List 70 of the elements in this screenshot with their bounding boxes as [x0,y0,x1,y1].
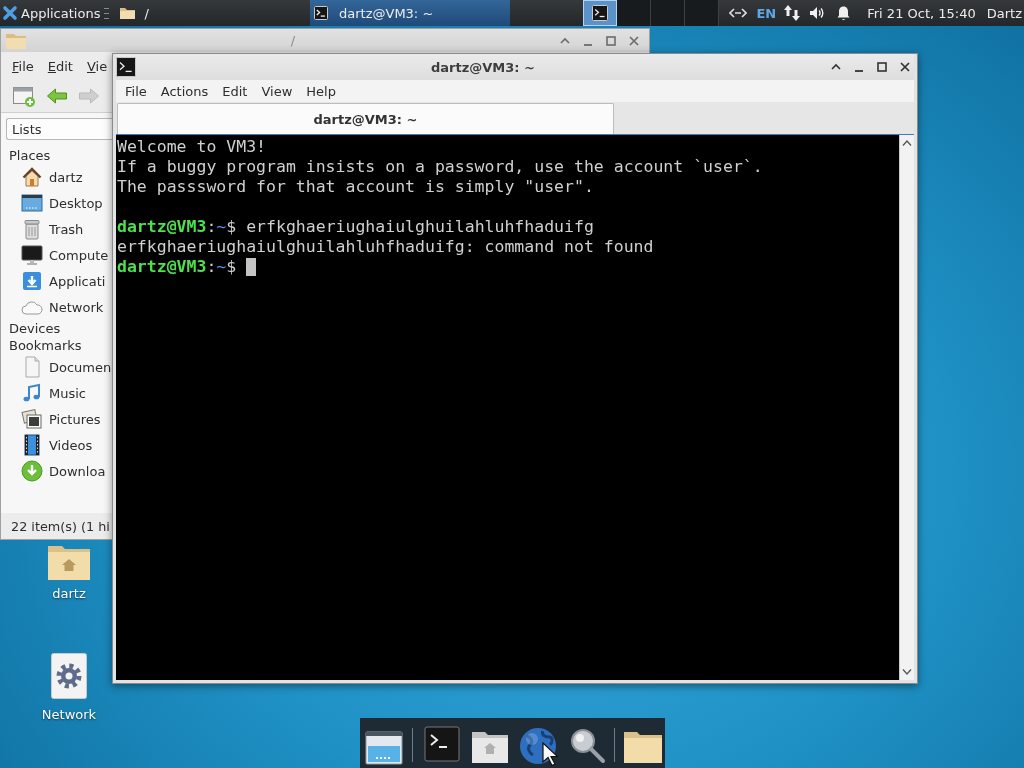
download-icon [21,460,43,482]
photos-icon [21,408,43,430]
computer-icon [21,244,43,266]
terminal-icon [116,57,136,77]
window-title: / [290,33,296,48]
menu-item[interactable]: Actions [160,83,209,99]
user-menu[interactable]: Dartz [986,5,1022,21]
mouse-pointer-icon [542,742,558,767]
side-pane-dropdown[interactable]: Lists [6,118,113,140]
close-icon[interactable] [899,61,911,73]
back-arrow-icon[interactable] [46,85,68,107]
terminal-icon [314,6,328,20]
trash-icon [21,218,43,240]
sidebar-item[interactable]: Trash [21,216,84,242]
sidebar-item[interactable]: Desktop [21,190,103,216]
clock[interactable]: Fri 21 Oct, 15:40 [867,5,976,21]
menu-item[interactable]: File [12,58,34,74]
menu-item[interactable]: Edit [222,83,248,99]
sidebar-item[interactable]: Videos [21,432,93,458]
keyboard-layout[interactable]: EN [756,5,777,21]
scrollbar[interactable] [899,135,914,680]
home-icon [21,166,43,188]
sidebar-item[interactable]: Documen [21,354,112,380]
menu-item[interactable]: View [261,83,293,99]
terminal-tab[interactable]: dartz@VM3: ~ [117,103,614,134]
sidebar-item[interactable]: Applicati [21,268,106,294]
desktop-shortcut[interactable]: Network [41,653,97,723]
terminal-icon[interactable] [424,726,460,762]
new-window-icon[interactable] [12,84,36,108]
section-header: Devices [8,320,61,337]
x-logo-icon [2,5,18,21]
terminal-output: erfkghaeriughaiulghuilahluhfhaduifg: command not found [117,237,654,257]
sidebar-item[interactable]: Downloa [21,458,106,484]
menu-item[interactable]: File [125,83,147,99]
status-text: 22 item(s) (1 hi [11,518,110,534]
menu-item[interactable]: Help [306,83,336,99]
sidebar-item[interactable]: Music [21,380,86,406]
sidebar-item[interactable]: Compute [21,242,109,268]
scroll-down-icon[interactable] [902,669,912,675]
maximize-icon[interactable] [876,61,888,73]
places-menu[interactable]: / [115,0,153,26]
desktop-shortcut[interactable]: dartz [46,542,92,602]
terminal-output: If a buggy program insists on a password, use the account `user`. [117,157,763,177]
terminal-icon [592,5,608,21]
applications-menu[interactable]: Applications [0,0,104,26]
film-strip-icon [21,434,43,456]
terminal-prompt: dartz@VM3:~$ erfkghaeriughaiulghuilahluhfhaduifg [117,217,594,237]
download-box-icon [21,270,43,292]
section-header: Places [8,147,51,164]
gear-tile-icon [51,653,87,699]
music-note-icon [21,382,43,404]
scroll-up-icon[interactable] [902,140,912,146]
terminal-prompt: dartz@VM3:~$ [117,257,238,277]
taskbar-button[interactable]: dartz@VM3: ~ [310,0,510,26]
terminal-output: The passsword for that account is simply "user". [117,177,594,197]
menu-item[interactable]: Edit [47,58,73,74]
notification-bell-icon[interactable] [836,5,852,21]
sidebar-item[interactable]: Pictures [21,406,101,432]
sidebar-item[interactable]: dartz [21,164,83,190]
menu-item[interactable]: Vie [86,58,108,74]
transfer-arrows-icon[interactable] [783,4,802,22]
folder-icon [119,6,137,20]
search-icon[interactable] [568,726,606,764]
section-header: Bookmarks [8,337,82,354]
sidebar-item[interactable]: Network [21,294,104,320]
network-dots-icon[interactable] [729,8,748,18]
folder-icon [5,31,27,50]
screen-icon [21,192,43,214]
terminal-output: Welcome to VM3! [117,137,266,157]
window-title: dartz@VM3: ~ [431,59,535,75]
